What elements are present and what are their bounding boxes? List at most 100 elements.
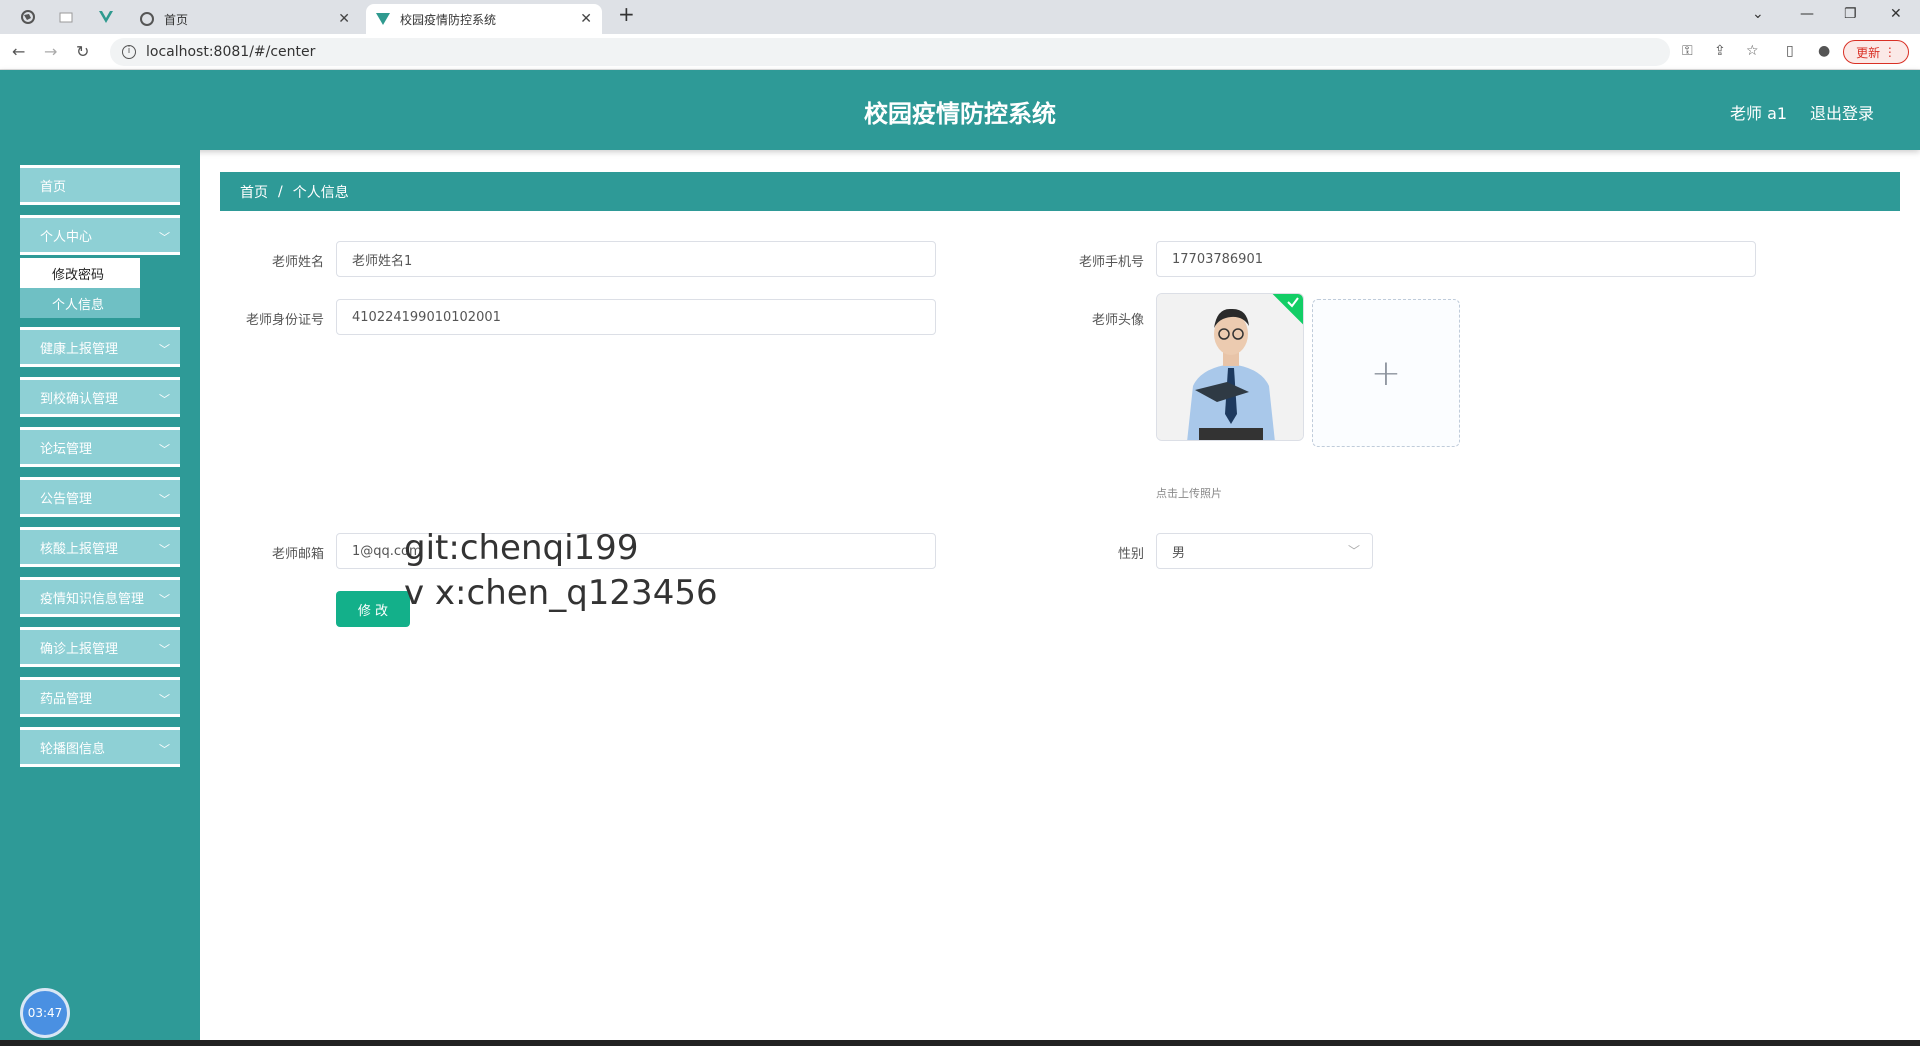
teacher-photo-image [1157, 294, 1303, 440]
name-input[interactable]: 老师姓名1 [336, 241, 936, 277]
sidebar-item-forum[interactable]: 论坛管理 ﹀ [20, 427, 180, 467]
breadcrumb-separator: / [278, 183, 283, 200]
upload-hint: 点击上传照片 [1156, 487, 1222, 500]
submenu-item-personal-info[interactable]: 个人信息 [20, 288, 140, 318]
taskbar-strip [0, 1040, 1920, 1046]
sidebar-item-label: 轮播图信息 [40, 741, 106, 757]
chevron-down-icon: ﹀ [159, 493, 170, 506]
user-name: 老师 a1 [1730, 104, 1788, 123]
phone-label: 老师手机号 [1078, 255, 1144, 270]
chevron-down-icon: ﹀ [159, 343, 170, 356]
close-icon[interactable]: ✕ [338, 11, 350, 27]
share-icon[interactable]: ⇪ [1714, 43, 1726, 59]
plus-icon: + [1370, 352, 1402, 394]
sidebar-item-label: 论坛管理 [40, 441, 93, 457]
sidebar-item-home[interactable]: 首页 [20, 165, 180, 205]
sidebar-item-personal-center[interactable]: 个人中心 ﹀ [20, 215, 180, 255]
sidebar-item-label: 药品管理 [40, 691, 93, 707]
tab-label: 校园疫情防控系统 [400, 12, 497, 27]
name-label: 老师姓名 [271, 255, 324, 270]
sidebar-item-epidemic-knowledge[interactable]: 疫情知识信息管理 ﹀ [20, 577, 180, 617]
vue-icon[interactable] [98, 9, 114, 25]
breadcrumb-current: 个人信息 [292, 184, 349, 201]
sidebar-item-notice[interactable]: 公告管理 ﹀ [20, 477, 180, 517]
breadcrumb-home[interactable]: 首页 [240, 182, 268, 202]
sidebar: 首页 个人中心 ﹀ 修改密码 个人信息 健康上报管理 ﹀ 到校确认管理 ﹀ 论坛… [0, 150, 200, 1046]
breadcrumb: 首页 / 个人信息 [220, 172, 1900, 211]
chevron-down-icon: ﹀ [159, 643, 170, 656]
sidebar-item-label: 健康上报管理 [40, 341, 119, 357]
info-icon[interactable]: i [122, 45, 136, 59]
recording-timer: 03:47 [20, 988, 70, 1038]
new-tab-icon[interactable]: + [618, 2, 635, 26]
back-icon[interactable]: ← [12, 42, 25, 61]
profile-icon[interactable]: ● [1818, 43, 1830, 59]
sidepanel-icon[interactable]: ▯ [1786, 43, 1794, 59]
avatar-label: 老师头像 [1091, 313, 1144, 328]
sidebar-item-label: 个人中心 [40, 229, 93, 245]
tab-label: 首页 [164, 12, 189, 27]
url-text: localhost:8081/#/center [146, 44, 316, 60]
blank-page-icon[interactable] [58, 9, 74, 25]
update-label: 更新 [1856, 45, 1881, 60]
tab-active[interactable]: 校园疫情防控系统 ✕ [366, 4, 602, 34]
gender-select[interactable]: 男 ﹀ [1156, 533, 1373, 569]
avatar-thumbnail[interactable] [1156, 293, 1304, 441]
chevron-down-icon: ﹀ [159, 593, 170, 606]
sidebar-item-label: 公告管理 [40, 491, 93, 507]
email-label: 老师邮箱 [271, 547, 324, 562]
chevron-down-icon: ﹀ [159, 443, 170, 456]
app-title: 校园疫情防控系统 [864, 100, 1056, 128]
tab-home[interactable]: 首页 ✕ [130, 4, 360, 34]
submenu-item-label: 修改密码 [52, 267, 105, 283]
upload-button[interactable]: + [1312, 299, 1460, 447]
phone-input[interactable]: 17703786901 [1156, 241, 1756, 277]
key-icon[interactable]: ⚿ [1682, 43, 1693, 59]
chevron-down-icon: ﹀ [159, 231, 170, 244]
name-value: 老师姓名1 [352, 253, 413, 269]
sidebar-item-label: 疫情知识信息管理 [40, 591, 145, 607]
chevron-down-icon: ﹀ [159, 743, 170, 756]
watermark-line-2: v x:chen_q123456 [404, 573, 718, 613]
sidebar-item-nucleic-report[interactable]: 核酸上报管理 ﹀ [20, 527, 180, 567]
sidebar-item-label: 到校确认管理 [40, 391, 119, 407]
minimize-icon[interactable]: — [1800, 6, 1814, 22]
chevron-down-icon: ﹀ [1347, 544, 1360, 558]
chevron-down-icon[interactable]: ⌄ [1752, 6, 1764, 22]
update-button[interactable]: 更新 ⋮ [1843, 40, 1909, 64]
chevron-down-icon: ﹀ [159, 393, 170, 406]
close-window-icon[interactable]: ✕ [1890, 6, 1902, 22]
id-input[interactable]: 410224199010102001 [336, 299, 936, 335]
submenu-item-change-password[interactable]: 修改密码 [20, 258, 140, 288]
sidebar-item-carousel[interactable]: 轮播图信息 ﹀ [20, 727, 180, 767]
sidebar-item-health-report[interactable]: 健康上报管理 ﹀ [20, 327, 180, 367]
restore-icon[interactable]: ❐ [1844, 6, 1857, 22]
browser-tab-bar: 首页 ✕ 校园疫情防控系统 ✕ + ⌄ — ❐ ✕ [0, 0, 1920, 34]
phone-value: 17703786901 [1172, 251, 1263, 267]
sidebar-item-label: 确诊上报管理 [40, 641, 119, 657]
address-bar: ← → ↻ i localhost:8081/#/center ⚿ ⇪ ☆ ▯ … [0, 34, 1920, 70]
vue-icon [376, 13, 390, 25]
url-field[interactable]: i localhost:8081/#/center [110, 38, 1670, 66]
chevron-down-icon: ﹀ [159, 693, 170, 706]
id-value: 410224199010102001 [352, 309, 501, 325]
forward-icon[interactable]: → [44, 42, 57, 61]
watermark-line-1: git:chenqi199 [404, 528, 639, 568]
sidebar-item-label: 首页 [40, 179, 67, 195]
submenu-item-label: 个人信息 [52, 297, 105, 313]
chevron-down-icon: ﹀ [159, 543, 170, 556]
globe-icon[interactable] [20, 9, 36, 25]
id-label: 老师身份证号 [245, 313, 324, 328]
star-icon[interactable]: ☆ [1746, 43, 1759, 59]
close-icon[interactable]: ✕ [580, 11, 592, 27]
reload-icon[interactable]: ↻ [76, 42, 89, 61]
logout-link[interactable]: 退出登录 [1810, 100, 1874, 124]
check-icon [1287, 297, 1299, 308]
globe-icon [140, 12, 154, 26]
gender-value: 男 [1172, 545, 1186, 561]
sidebar-item-arrival-confirm[interactable]: 到校确认管理 ﹀ [20, 377, 180, 417]
sidebar-item-diagnosis-report[interactable]: 确诊上报管理 ﹀ [20, 627, 180, 667]
sidebar-item-medicine[interactable]: 药品管理 ﹀ [20, 677, 180, 717]
gender-label: 性别 [1117, 547, 1144, 562]
submit-button[interactable]: 修 改 [336, 591, 410, 627]
